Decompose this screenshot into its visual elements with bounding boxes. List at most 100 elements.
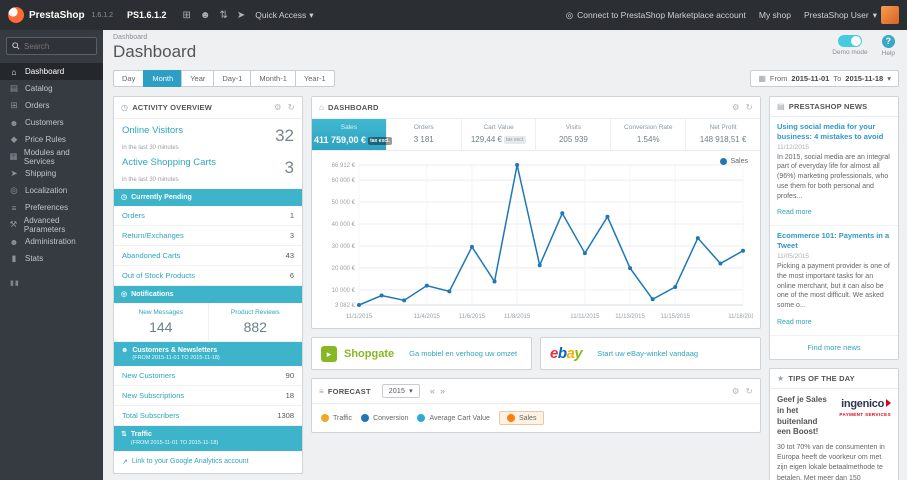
svg-text:20 000 €: 20 000 € [332, 266, 356, 272]
range-button-month[interactable]: Month [143, 70, 183, 87]
shopgate-logo-text: Shopgate [344, 347, 395, 360]
active-carts-link[interactable]: Active Shopping Carts [122, 157, 216, 168]
article-title-link[interactable]: Using social media for your business: 4 … [777, 122, 891, 142]
active-carts-value: 3 [284, 158, 294, 177]
row-link[interactable]: New Customers [122, 371, 175, 380]
customers-icon[interactable]: ☻ [200, 10, 211, 21]
sidebar-collapse-button[interactable]: ▮▮ [0, 275, 103, 291]
google-analytics-link[interactable]: ↗ Link to your Google Analytics account [114, 451, 302, 473]
kpi-sales[interactable]: Sales 411 759,00 € tax excl. [312, 119, 392, 150]
demo-mode-toggle[interactable]: Demo mode [832, 35, 868, 56]
row-value: 90 [285, 371, 294, 381]
customers-icon: ☻ [9, 117, 19, 128]
refresh-icon[interactable]: ↻ [288, 102, 295, 113]
forecast-legend-average-cart-value[interactable]: Average Cart Value [417, 414, 490, 422]
gear-icon[interactable]: ⚙ [732, 386, 740, 397]
sidebar-item-administration[interactable]: ☻ Administration [0, 233, 103, 250]
row-link[interactable]: New Subscriptions [122, 391, 184, 400]
help-button[interactable]: ? Help [882, 35, 895, 57]
range-button-month-1[interactable]: Month-1 [250, 70, 296, 87]
sidebar-item-price-rules[interactable]: ◆ Price Rules [0, 131, 103, 148]
product-reviews-cell[interactable]: Product Reviews 882 [207, 303, 303, 342]
forecast-legend-traffic[interactable]: Traffic [321, 414, 352, 422]
article-date: 11/12/2015 [777, 143, 810, 151]
shopgate-promo-link[interactable]: Ga mobiel en verhoog uw omzet [409, 349, 517, 358]
sidebar-item-orders[interactable]: ⊞ Orders [0, 97, 103, 114]
kpi-label: Net Profit [709, 124, 737, 131]
shop-name[interactable]: PS1.6.1.2 [127, 10, 167, 20]
row-link[interactable]: Return/Exchanges [122, 231, 184, 240]
refresh-icon[interactable]: ↻ [746, 102, 753, 113]
row-link[interactable]: Orders [122, 211, 145, 220]
forecast-legend-conversion[interactable]: Conversion [361, 414, 408, 422]
kpi-conversion-rate[interactable]: Conversion Rate 1.54% [611, 119, 687, 150]
sidebar-item-customers[interactable]: ☻ Customers [0, 114, 103, 131]
row-link[interactable]: Total Subscribers [122, 411, 180, 420]
kpi-visits[interactable]: Visits 205 939 [536, 119, 612, 150]
kpi-cart-value[interactable]: Cart Value 129,44 € tax excl. [462, 119, 537, 150]
sidebar-item-localization[interactable]: ◎ Localization [0, 182, 103, 199]
chevron-down-icon: ▾ [887, 74, 891, 83]
tips-of-the-day-panel: ★ TIPS OF THE DAY Geef je Sales in het b… [769, 367, 899, 480]
my-shop-link[interactable]: My shop [759, 10, 791, 20]
previous-year-button[interactable]: « [430, 386, 435, 396]
range-button-year[interactable]: Year [181, 70, 215, 87]
year-value: 2015 [388, 387, 406, 395]
forecast-icon: ≡ [319, 386, 324, 396]
currently-pending-header: ◷ Currently Pending [114, 189, 302, 207]
topbar: PrestaShop 1.6.1.2 PS1.6.1.2 ⊞ ☻ ⇅ ➤ Qui… [0, 0, 907, 30]
shopgate-logo-icon: ▸ [321, 345, 337, 362]
legend-dot [720, 158, 728, 165]
sidebar-item-preferences[interactable]: ≡ Preferences [0, 199, 103, 216]
marketplace-link[interactable]: ◎ Connect to PrestaShop Marketplace acco… [566, 10, 746, 21]
svg-text:11/4/2015: 11/4/2015 [414, 314, 441, 320]
page-title: Dashboard [113, 42, 197, 61]
new-messages-cell[interactable]: New Messages 144 [114, 303, 208, 341]
active-carts-sub: in the last 30 minutes [122, 177, 179, 183]
pending-row-out-of-stock: Out of Stock Products 6 [114, 266, 302, 287]
ebay-letter: e [550, 345, 558, 362]
sidebar-item-advanced-parameters[interactable]: ⚒ Advanced Parameters [0, 216, 103, 234]
kpi-net-profit[interactable]: Net Profit 148 918,51 € [686, 119, 760, 150]
chart-legend[interactable]: Sales [720, 158, 748, 165]
search-input[interactable] [24, 41, 91, 51]
sidebar-item-shipping[interactable]: ➤ Shipping [0, 165, 103, 182]
rocket-icon[interactable]: ➤ [237, 10, 245, 21]
forecast-panel: ≡ FORECAST 2015 ▾ « » ⚙ ↻ Traffic Conver… [311, 378, 761, 433]
quick-access-menu[interactable]: Quick Access ▾ [255, 10, 313, 21]
forecast-legend: Traffic Conversion Average Cart Value Sa… [312, 404, 760, 432]
sidebar-item-stats[interactable]: ▮ Stats [0, 250, 103, 267]
row-value: 1 [289, 211, 294, 221]
find-more-news-link[interactable]: Find more news [770, 336, 898, 359]
read-more-link[interactable]: Read more [777, 209, 812, 216]
online-visitors-link[interactable]: Online Visitors [122, 125, 183, 136]
star-icon: ★ [777, 373, 785, 383]
exchange-icon[interactable]: ⇅ [219, 10, 227, 21]
my-shop-label: My shop [758, 10, 791, 20]
kpi-label: Cart Value [483, 124, 514, 131]
next-year-button[interactable]: » [440, 386, 445, 396]
year-select[interactable]: 2015 ▾ [381, 384, 420, 398]
forecast-legend-sales[interactable]: Sales [498, 411, 545, 425]
to-label: To [833, 74, 842, 83]
read-more-link[interactable]: Read more [777, 319, 812, 326]
range-button-year-1[interactable]: Year-1 [294, 70, 335, 87]
range-button-day-1[interactable]: Day-1 [213, 70, 252, 87]
date-range-picker[interactable]: ▦ From 2015-11-01 To 2015-11-18 ▾ [750, 70, 899, 87]
row-link[interactable]: Abandoned Carts [122, 251, 180, 260]
preferences-icon: ≡ [11, 202, 17, 213]
gear-icon[interactable]: ⚙ [274, 102, 282, 113]
user-menu[interactable]: PrestaShop User ▾ [804, 6, 899, 24]
ebay-promo-link[interactable]: Start uw eBay-winkel vandaag [597, 349, 698, 358]
sidebar-item-dashboard[interactable]: ⌂ Dashboard [0, 63, 103, 80]
prestashop-logo[interactable]: PrestaShop 1.6.1.2 [8, 7, 113, 23]
row-link[interactable]: Out of Stock Products [122, 271, 195, 280]
cart-icon[interactable]: ⊞ [183, 10, 191, 21]
refresh-icon[interactable]: ↻ [746, 386, 753, 397]
sidebar-item-modules[interactable]: ▦ Modules and Services [0, 148, 103, 166]
gear-icon[interactable]: ⚙ [732, 102, 740, 113]
range-button-day[interactable]: Day [113, 70, 145, 87]
article-title-link[interactable]: Ecommerce 101: Payments in a Tweet [777, 231, 891, 251]
sidebar-item-catalog[interactable]: ▤ Catalog [0, 80, 103, 97]
kpi-orders[interactable]: Orders 3 181 [387, 119, 462, 150]
